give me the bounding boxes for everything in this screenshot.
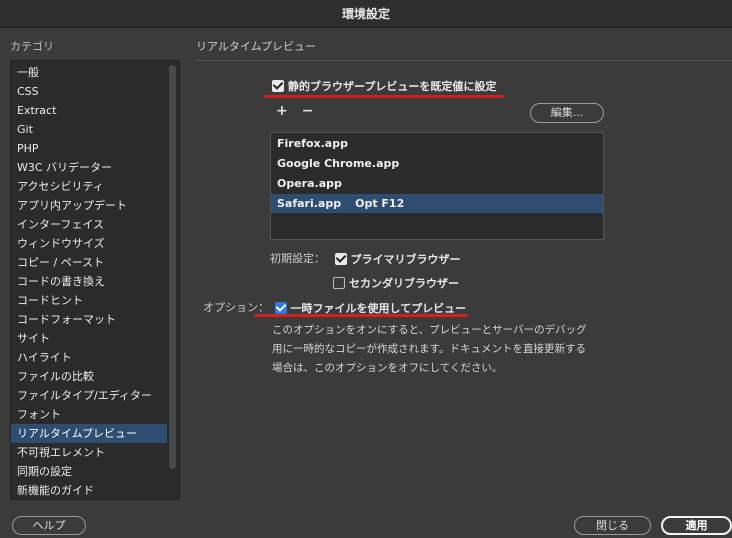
static-preview-checkbox[interactable]	[272, 80, 284, 92]
sidebar-item[interactable]: 同期の設定	[11, 462, 167, 481]
temp-file-checkbox[interactable]	[274, 302, 287, 314]
primary-browser-label: プライマリブラウザー	[350, 253, 461, 266]
category-scrollbar[interactable]	[169, 65, 176, 469]
sidebar-item[interactable]: Extract	[11, 101, 167, 120]
sidebar-item[interactable]: Git	[11, 120, 167, 139]
browser-list-item[interactable]: Firefox.app	[271, 134, 603, 153]
add-browser-button[interactable]: +	[276, 103, 288, 119]
annotation-underline	[264, 95, 504, 98]
secondary-browser-row[interactable]: セカンダリブラウザー	[333, 275, 459, 291]
browser-shortcut: Opt F12	[355, 197, 405, 210]
sidebar-item[interactable]: フォント	[11, 405, 167, 424]
panel-title: リアルタイムプレビュー	[196, 40, 317, 53]
browser-list-item[interactable]: Google Chrome.app	[271, 154, 603, 173]
option-description: このオプションをオンにすると、プレビューとサーバーのデバッグ用に一時的なコピーが…	[272, 324, 587, 374]
defaults-label: 初期設定：	[270, 252, 325, 265]
category-header: カテゴリ	[10, 40, 54, 53]
category-list[interactable]: 一般 CSS Extract Git PHP W3C バリデーター アクセシビリティ アプリ内…	[10, 60, 180, 500]
close-button[interactable]: 閉じる	[574, 516, 651, 535]
secondary-browser-label: セカンダリブラウザー	[349, 277, 459, 290]
primary-browser-checkbox[interactable]	[334, 253, 347, 265]
secondary-browser-checkbox[interactable]	[333, 277, 345, 289]
sidebar-item[interactable]: ファイルタイプ/エディター	[11, 386, 167, 405]
sidebar-item[interactable]: アプリ内アップデート	[11, 196, 167, 215]
static-preview-label: 静的ブラウザープレビューを既定値に設定	[288, 80, 497, 93]
sidebar-item[interactable]: W3C バリデーター	[11, 158, 167, 177]
sidebar-item[interactable]: PHP	[11, 139, 167, 158]
sidebar-item[interactable]: ファイルの比較	[11, 367, 167, 386]
edit-button[interactable]: 編集...	[530, 103, 604, 123]
browser-name: Firefox.app	[277, 137, 348, 150]
panel-divider	[196, 60, 732, 61]
sidebar-item[interactable]: リアルタイムプレビュー	[11, 424, 167, 443]
sidebar-item[interactable]: インターフェイス	[11, 215, 167, 234]
sidebar-item[interactable]: 不可視エレメント	[11, 443, 167, 462]
sidebar-item[interactable]: 一般	[11, 63, 167, 82]
sidebar-item[interactable]: CSS	[11, 82, 167, 101]
sidebar-item[interactable]: コードフォーマット	[11, 310, 167, 329]
browser-list[interactable]: Firefox.app Google Chrome.app Opera.app Saf…	[270, 132, 604, 240]
browser-name: Opera.app	[277, 177, 342, 190]
remove-browser-button[interactable]: −	[302, 103, 314, 119]
sidebar-item[interactable]: コードの書き換え	[11, 272, 167, 291]
browser-add-remove: + −	[276, 103, 327, 119]
options-label: オプション：	[203, 301, 269, 314]
sidebar-item[interactable]: アクセシビリティ	[11, 177, 167, 196]
browser-name: Safari.app	[277, 197, 342, 210]
apply-button[interactable]: 適用	[661, 516, 732, 535]
default-browser-row: 初期設定： プライマリブラウザー	[270, 250, 461, 267]
sidebar-item[interactable]: ウィンドウサイズ	[11, 234, 167, 253]
sidebar-item[interactable]: サイト	[11, 329, 167, 348]
sidebar-item[interactable]: ハイライト	[11, 348, 167, 367]
annotation-underline	[254, 314, 468, 317]
browser-list-item[interactable]: Safari.app Opt F12	[271, 194, 603, 213]
static-preview-option[interactable]: 静的ブラウザープレビューを既定値に設定	[272, 78, 496, 94]
sidebar-item[interactable]: 新機能のガイド	[11, 481, 167, 499]
sidebar-item[interactable]: コードヒント	[11, 291, 167, 310]
browser-list-item[interactable]: Opera.app	[271, 174, 603, 193]
help-button[interactable]: ヘルプ	[12, 516, 86, 535]
sidebar-item[interactable]: コピー / ペースト	[11, 253, 167, 272]
browser-name: Google Chrome.app	[277, 157, 400, 170]
window-title: 環境設定	[0, 0, 732, 28]
